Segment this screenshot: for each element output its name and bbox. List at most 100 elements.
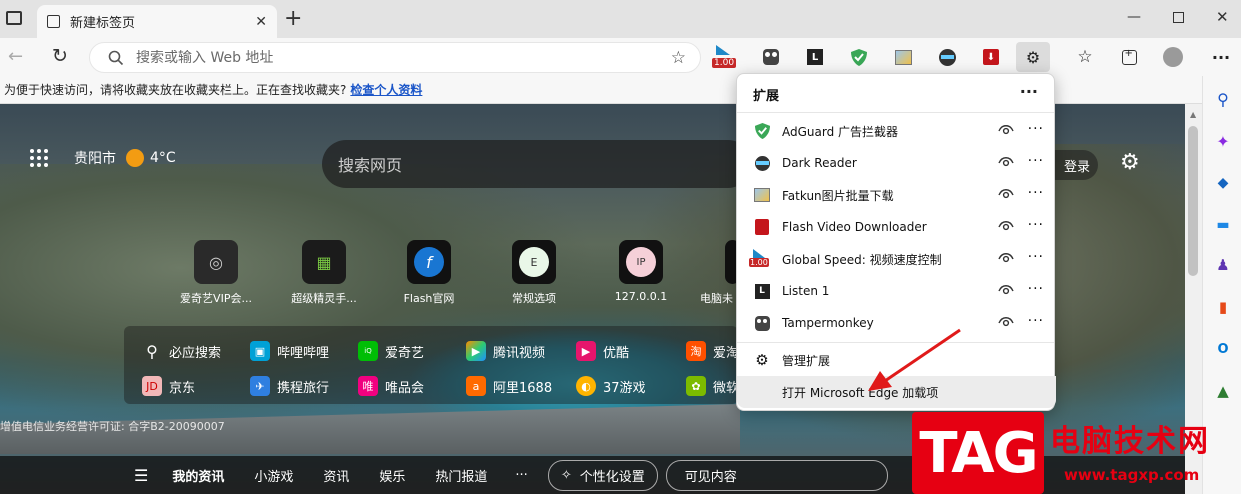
pin-visible-icon[interactable] bbox=[998, 219, 1014, 234]
listen1-toolbar-icon[interactable]: L bbox=[800, 42, 830, 72]
watermark-logo: TAG 电脑技术网 www.tagxp.com bbox=[912, 412, 1241, 494]
ext-more-icon[interactable]: ··· bbox=[1028, 217, 1044, 233]
nav-more[interactable]: ··· bbox=[515, 468, 527, 483]
link-taobao[interactable]: 淘爱淘 bbox=[686, 341, 739, 361]
tile-localhost[interactable]: IP 127.0.0.1 bbox=[597, 240, 685, 303]
ext-item-dark-reader[interactable]: Dark Reader ··· bbox=[737, 147, 1056, 179]
ext-item-adguard[interactable]: AdGuard 广告拦截器 ··· bbox=[737, 115, 1056, 147]
nav-entertainment[interactable]: 娱乐 bbox=[379, 466, 405, 485]
tab-new[interactable]: 新建标签页 ✕ bbox=[37, 5, 277, 38]
address-input[interactable] bbox=[136, 49, 656, 66]
ext-item-fatkun[interactable]: Fatkun图片批量下载 ··· bbox=[737, 179, 1056, 211]
nav-hot-reports[interactable]: 热门报道 bbox=[435, 466, 487, 485]
nav-news[interactable]: 资讯 bbox=[323, 466, 349, 485]
ext-more-icon[interactable]: ··· bbox=[1028, 249, 1044, 265]
ext-item-flash-video-downloader[interactable]: Flash Video Downloader ··· bbox=[737, 211, 1056, 243]
link-label: 优酷 bbox=[603, 345, 630, 361]
pin-visible-icon[interactable] bbox=[998, 251, 1014, 266]
puzzle-icon: ⚙ bbox=[1025, 47, 1041, 67]
city-label[interactable]: 贵阳市 bbox=[74, 148, 116, 168]
pin-visible-icon[interactable] bbox=[998, 187, 1014, 202]
link-vip[interactable]: 唯唯品会 bbox=[358, 376, 424, 396]
pin-visible-icon[interactable] bbox=[998, 123, 1014, 138]
profile-avatar[interactable] bbox=[1158, 42, 1188, 72]
minimize-button[interactable]: — bbox=[1127, 9, 1141, 25]
flash-video-downloader-toolbar-icon[interactable]: ⬇ bbox=[976, 42, 1006, 72]
sidebar-tree-icon[interactable]: ▲ bbox=[1214, 382, 1232, 400]
maximize-button[interactable] bbox=[1173, 12, 1184, 23]
nav-my-news[interactable]: 我的资讯 bbox=[172, 466, 224, 485]
link-iqiyi[interactable]: iQ 爱奇艺 bbox=[358, 341, 424, 361]
ext-item-global-speed[interactable]: 1.00 Global Speed: 视频速度控制 ··· bbox=[737, 243, 1056, 275]
back-icon[interactable]: ← bbox=[8, 46, 23, 67]
ext-more-icon[interactable]: ··· bbox=[1028, 281, 1044, 297]
tile-iqiyi-vip[interactable]: ◎ 爱奇艺VIP会... bbox=[172, 240, 260, 306]
ext-more-icon[interactable]: ··· bbox=[1028, 185, 1044, 201]
tile-label: 电脑未 bbox=[700, 292, 733, 305]
pin-visible-icon[interactable] bbox=[998, 155, 1014, 170]
tab-actions-icon[interactable] bbox=[6, 11, 22, 25]
adguard-toolbar-icon[interactable] bbox=[844, 42, 874, 72]
global-speed-icon[interactable]: 1.00 bbox=[710, 42, 740, 72]
toolbar: ← ↻ ☆ 1.00 L ⬇ ⚙ ☆ + ··· bbox=[0, 38, 1241, 76]
ext-name: AdGuard 广告拦截器 bbox=[782, 124, 899, 139]
apps-grid-icon[interactable] bbox=[30, 149, 48, 167]
favorites-icon[interactable]: ☆ bbox=[1070, 42, 1100, 72]
extensions-button[interactable]: ⚙ bbox=[1016, 42, 1050, 72]
link-tencent-video[interactable]: ▶ 腾讯视频 bbox=[466, 341, 545, 361]
link-ctrip[interactable]: ✈ 携程旅行 bbox=[250, 376, 329, 396]
youku-icon: ▶ bbox=[576, 341, 596, 361]
link-1688[interactable]: a 阿里1688 bbox=[466, 376, 552, 396]
scroll-up-icon[interactable]: ▲ bbox=[1190, 110, 1196, 119]
link-bilibili[interactable]: ▣ 哔哩哔哩 bbox=[250, 341, 329, 361]
link-bing[interactable]: ⚲ 必应搜索 bbox=[142, 341, 221, 361]
tile-flash[interactable]: f Flash官网 bbox=[385, 240, 473, 306]
tile-general-options[interactable]: E 常规选项 bbox=[490, 240, 578, 306]
link-youku[interactable]: ▶ 优酷 bbox=[576, 341, 629, 361]
fatkun-icon bbox=[753, 186, 771, 204]
address-bar[interactable]: ☆ bbox=[89, 42, 701, 73]
tampermonkey-toolbar-icon[interactable] bbox=[756, 42, 786, 72]
personalize-button[interactable]: ✧ 个性化设置 bbox=[547, 459, 658, 491]
close-window-button[interactable]: ✕ bbox=[1216, 8, 1229, 26]
sidebar-discover-icon[interactable]: ✦ bbox=[1214, 132, 1232, 151]
link-jd[interactable]: JD 京东 bbox=[142, 376, 195, 396]
pin-visible-icon[interactable] bbox=[998, 283, 1014, 298]
settings-more-icon[interactable]: ··· bbox=[1206, 42, 1236, 72]
favorites-message: 为便于快速访问，请将收藏夹放在收藏夹栏上。正在查找收藏夹? bbox=[4, 83, 347, 97]
web-search-box[interactable]: 搜索网页 bbox=[322, 140, 752, 188]
sidebar-shopping-icon[interactable]: ◆ bbox=[1214, 174, 1232, 192]
fatkun-toolbar-icon[interactable] bbox=[888, 42, 918, 72]
link-microsoft[interactable]: ✿ 微软 bbox=[686, 376, 739, 396]
sidebar-outlook-icon[interactable]: O bbox=[1214, 340, 1232, 358]
ext-more-icon[interactable]: ··· bbox=[1028, 121, 1044, 137]
grid-icon: ▦ bbox=[302, 240, 346, 284]
tab-close-icon[interactable]: ✕ bbox=[255, 14, 267, 30]
extensions-more-icon[interactable]: ··· bbox=[1020, 82, 1038, 101]
sidebar-tools-icon[interactable]: ▬ bbox=[1214, 216, 1232, 234]
new-tab-button[interactable]: + bbox=[284, 6, 302, 31]
sidebar-search-icon[interactable]: ⚲ bbox=[1214, 90, 1232, 109]
tile-computer[interactable]: 电脑未 bbox=[700, 240, 740, 306]
collections-icon[interactable]: + bbox=[1114, 42, 1144, 72]
add-favorite-icon[interactable]: ☆ bbox=[671, 48, 686, 68]
ext-item-listen1[interactable]: L Listen 1 ··· bbox=[737, 275, 1056, 307]
menu-icon[interactable]: ☰ bbox=[134, 466, 148, 485]
sidebar-games-icon[interactable]: ♟ bbox=[1214, 256, 1232, 274]
ext-more-icon[interactable]: ··· bbox=[1028, 313, 1044, 329]
dark-reader-toolbar-icon[interactable] bbox=[932, 42, 962, 72]
refresh-icon[interactable]: ↻ bbox=[52, 45, 68, 67]
ext-more-icon[interactable]: ··· bbox=[1028, 153, 1044, 169]
link-37games[interactable]: ◐ 37游戏 bbox=[576, 376, 646, 396]
tile-label: 127.0.0.1 bbox=[614, 290, 668, 303]
pin-visible-icon[interactable] bbox=[998, 315, 1014, 330]
visible-content-dropdown[interactable]: 可见内容 bbox=[665, 459, 888, 491]
page-settings-icon[interactable]: ⚙ bbox=[1120, 150, 1140, 175]
microsoft-icon: ✿ bbox=[686, 376, 706, 396]
check-profile-link[interactable]: 检查个人资料 bbox=[350, 81, 422, 98]
scroll-thumb[interactable] bbox=[1188, 126, 1198, 276]
tile-super-sprite[interactable]: ▦ 超级精灵手... bbox=[280, 240, 368, 306]
sidebar-office-icon[interactable]: ▮ bbox=[1214, 298, 1232, 316]
nav-mini-games[interactable]: 小游戏 bbox=[254, 466, 293, 485]
watermark-cn: 电脑技术网 bbox=[1050, 424, 1210, 459]
